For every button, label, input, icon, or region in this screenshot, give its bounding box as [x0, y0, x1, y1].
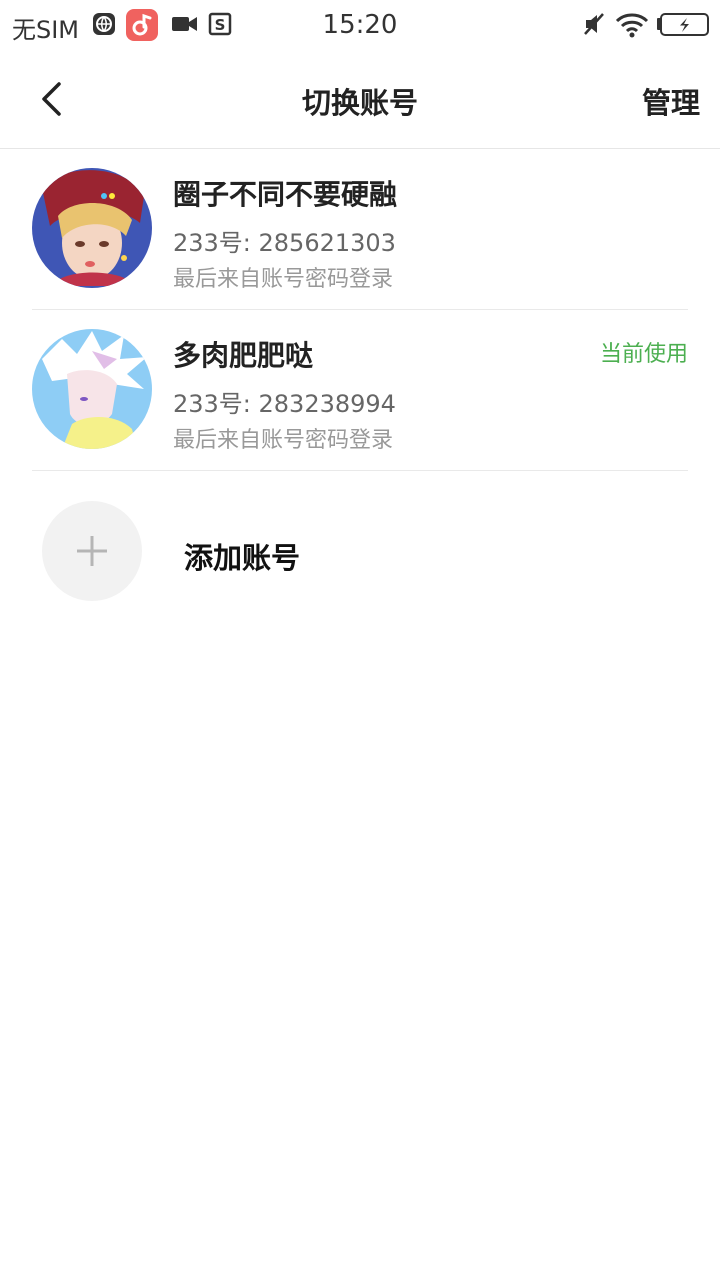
account-id: 233号: 283238994	[173, 390, 396, 418]
status-bar: 无SIM S 15:20	[0, 0, 720, 50]
add-account-label: 添加账号	[184, 541, 301, 575]
current-account-badge: 当前使用	[599, 342, 688, 367]
page-title: 切换账号	[301, 86, 418, 120]
avatar	[32, 168, 152, 288]
plus-icon	[77, 536, 107, 566]
add-account-button[interactable]	[42, 501, 142, 601]
wifi-icon	[615, 12, 649, 42]
account-name: 圈子不同不要硬融	[173, 178, 398, 211]
last-login-method: 最后来自账号密码登录	[173, 428, 394, 453]
back-button[interactable]	[26, 74, 76, 124]
account-item[interactable]: 圈子不同不要硬融 233号: 285621303 最后来自账号密码登录	[32, 149, 688, 310]
avatar	[32, 329, 152, 449]
battery-charging-icon	[656, 12, 710, 42]
account-id: 233号: 285621303	[173, 229, 396, 257]
last-login-method: 最后来自账号密码登录	[173, 267, 394, 292]
manage-button[interactable]: 管理	[642, 80, 700, 122]
back-arrow-icon	[42, 82, 61, 116]
account-name: 多肉肥肥哒	[173, 339, 314, 372]
clock: 15:20	[322, 10, 398, 40]
add-account-row[interactable]: 添加账号	[32, 471, 688, 631]
app-header: 切换账号 管理	[0, 50, 720, 149]
mute-icon	[583, 12, 605, 40]
account-item[interactable]: 多肉肥肥哒 当前使用 233号: 283238994 最后来自账号密码登录	[32, 310, 688, 471]
